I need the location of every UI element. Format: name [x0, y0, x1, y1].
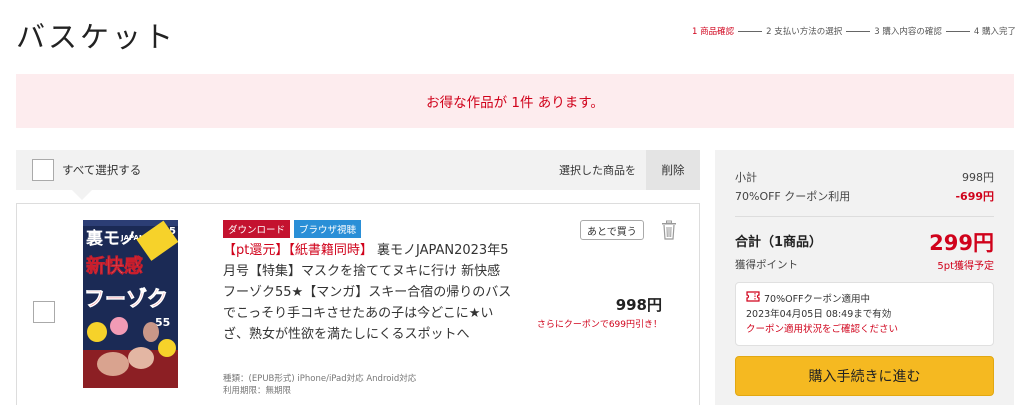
- discount-value: -699円: [955, 190, 994, 203]
- step-complete: 4 購入完了: [973, 27, 1016, 37]
- select-all-label: すべて選択する: [62, 163, 142, 177]
- cover-headline-1: 新快感: [86, 254, 143, 277]
- select-all-toggle[interactable]: すべて選択する: [16, 159, 141, 181]
- summary-divider: [735, 216, 994, 217]
- selection-bar-pointer: [72, 190, 92, 200]
- item-coupon-note: さらにクーポンで699円引き！: [536, 320, 662, 330]
- total-row: 合計（1商品） 299円: [735, 227, 994, 257]
- coupon-applied-line: 70%OFFクーポン適用中: [746, 291, 983, 307]
- subtotal-value: 998円: [962, 171, 994, 184]
- step-product-confirm: 1 商品確認: [692, 27, 735, 37]
- coupon-expiry: 2023年04月05日 08:49まで有効: [746, 309, 892, 320]
- step-separator: [945, 30, 970, 32]
- item-format: 種類：(EPUB形式) iPhone/iPad対応 Android対応: [223, 374, 417, 384]
- coupon-check-link[interactable]: クーポン適用状況をご確認ください: [746, 322, 983, 337]
- download-badge: ダウンロード: [223, 220, 291, 238]
- coupon-icon: [746, 291, 760, 307]
- selection-bar: すべて選択する 選択した商品を 削除: [16, 150, 700, 190]
- cover-art: 裏モノ JAPAN 5 新快感 フーゾク 55: [83, 220, 178, 388]
- points-row: 獲得ポイント 5pt獲得予定: [735, 257, 994, 272]
- step-separator: [846, 30, 871, 32]
- select-all-checkbox[interactable]: [32, 159, 54, 181]
- checkout-steps: 1 商品確認 2 支払い方法の選択 3 購入内容の確認 4 購入完了: [692, 25, 1016, 37]
- selected-items-label: 選択した商品を: [559, 164, 636, 177]
- deal-banner: お得な作品が 1件 あります。: [16, 74, 1014, 128]
- trash-icon[interactable]: [661, 220, 677, 244]
- item-title[interactable]: 【pt還元】【紙書籍同時】 裏モノJAPAN2023年5月号【特集】マスクを捨て…: [223, 240, 513, 345]
- deal-banner-text: お得な作品が 1件 あります。: [426, 95, 604, 111]
- points-value: 5pt獲得予定: [937, 261, 994, 272]
- coupon-applied-text: 70%OFFクーポン適用中: [764, 293, 871, 305]
- item-cover-image[interactable]: 裏モノ JAPAN 5 新快感 フーゾク 55: [83, 220, 178, 388]
- item-badges: ダウンロード ブラウザ視聴: [223, 220, 362, 238]
- item-price: 998円: [615, 296, 662, 314]
- buy-later-button[interactable]: あとで買う: [580, 220, 644, 240]
- total-value: 299円: [929, 231, 994, 255]
- item-title-highlight: 【pt還元】【紙書籍同時】: [223, 243, 373, 258]
- discount-label: 70%OFF クーポン利用: [735, 190, 851, 203]
- total-label: 合計（1商品）: [735, 235, 823, 250]
- basket-item: 裏モノ JAPAN 5 新快感 フーゾク 55 ダウンロード ブラウザ視聴 【p…: [16, 203, 700, 405]
- order-summary: 小計 998円 70%OFF クーポン利用 -699円 合計（1商品） 299円…: [715, 150, 1014, 405]
- delete-selected-button[interactable]: 削除: [646, 150, 700, 190]
- step-order-confirm: 3 購入内容の確認: [874, 27, 942, 37]
- item-checkbox[interactable]: [33, 301, 55, 323]
- proceed-to-purchase-button[interactable]: 購入手続きに進む: [735, 356, 994, 396]
- selection-actions: 選択した商品を 削除: [559, 150, 700, 190]
- coupon-info-box: 70%OFFクーポン適用中 2023年04月05日 08:49まで有効 クーポン…: [735, 282, 994, 346]
- subtotal-label: 小計: [735, 171, 757, 184]
- step-separator: [738, 30, 763, 32]
- step-payment-method: 2 支払い方法の選択: [766, 27, 843, 37]
- item-validity: 利用期限：無期限: [223, 386, 292, 396]
- browser-view-badge: ブラウザ視聴: [294, 220, 362, 238]
- points-label: 獲得ポイント: [735, 259, 798, 271]
- subtotal-row: 小計 998円: [735, 169, 994, 185]
- cover-headline-2: フーゾク: [84, 287, 168, 311]
- page-title: バスケット: [16, 20, 177, 54]
- item-meta: 種類：(EPUB形式) iPhone/iPad対応 Android対応 利用期限…: [223, 373, 416, 397]
- discount-row: 70%OFF クーポン利用 -699円: [735, 188, 994, 204]
